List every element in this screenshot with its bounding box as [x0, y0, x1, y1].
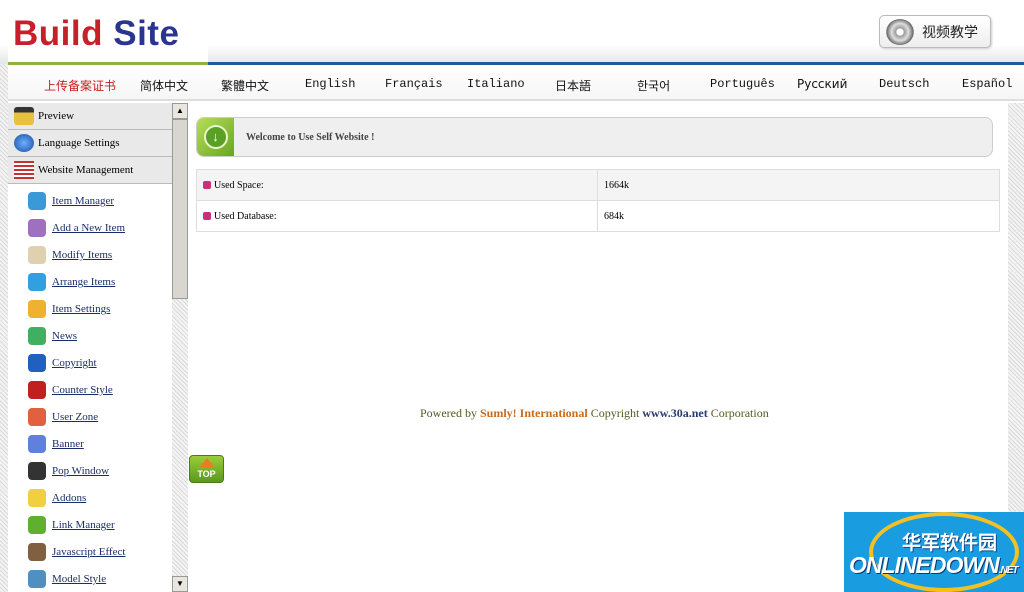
item-icon	[28, 219, 46, 237]
logo: Build Site	[8, 0, 208, 62]
company-link[interactable]: Sumly! International	[480, 406, 588, 420]
sidebar-section-website-management[interactable]: Website Management	[8, 157, 172, 184]
sidebar-item-link[interactable]: Addons	[52, 492, 86, 504]
sidebar-item-link[interactable]: Item Settings	[52, 303, 110, 315]
sidebar-section-language-settings[interactable]: Language Settings	[8, 130, 172, 157]
language-link[interactable]: Deutsch	[879, 77, 929, 91]
sidebar-item-link[interactable]: Counter Style	[52, 384, 113, 396]
sidebar-item[interactable]: Copyright	[28, 354, 97, 372]
sidebar-item[interactable]: Item Manager	[28, 192, 114, 210]
video-tutorial-button[interactable]: 视频教学	[879, 15, 991, 48]
language-link[interactable]: Français	[385, 77, 443, 91]
sidebar-item-link[interactable]: Add a New Item	[52, 222, 125, 234]
item-icon	[28, 516, 46, 534]
sidebar-item[interactable]: Javascript Effect	[28, 543, 125, 561]
sidebar-item[interactable]: Link Manager	[28, 516, 115, 534]
item-icon	[28, 246, 46, 264]
item-icon	[28, 273, 46, 291]
item-icon	[28, 570, 46, 588]
sidebar-item[interactable]: Add a New Item	[28, 219, 125, 237]
usage-table: Used Space: 1664k Used Database: 684k	[196, 169, 1000, 232]
language-link[interactable]: Italiano	[467, 77, 525, 91]
item-icon	[28, 435, 46, 453]
item-icon	[28, 408, 46, 426]
item-icon	[28, 462, 46, 480]
site-link[interactable]: www.30a.net	[642, 406, 707, 420]
language-link[interactable]: 日本語	[555, 77, 591, 94]
globe-icon	[14, 134, 34, 152]
sidebar-scrollbar[interactable]: ▲ ▼	[172, 103, 188, 592]
item-icon	[28, 192, 46, 210]
sidebar-section-preview[interactable]: Preview	[8, 103, 172, 130]
sidebar-item[interactable]: Model Style	[28, 570, 106, 588]
sidebar-item-link[interactable]: News	[52, 330, 77, 342]
sidebar-item-link[interactable]: Link Manager	[52, 519, 115, 531]
item-icon	[28, 489, 46, 507]
language-link[interactable]: 上传备案证书	[44, 77, 116, 94]
item-icon	[28, 381, 46, 399]
sidebar-item[interactable]: User Zone	[28, 408, 98, 426]
item-icon	[28, 543, 46, 561]
back-to-top-button[interactable]: TOP	[189, 455, 224, 483]
sidebar-item[interactable]: Modify Items	[28, 246, 112, 264]
scrollbar-thumb[interactable]	[172, 119, 188, 299]
download-arrow-icon: ↓	[197, 118, 234, 156]
language-link[interactable]: 繁體中文	[221, 77, 269, 94]
sidebar-item-link[interactable]: Item Manager	[52, 195, 114, 207]
sidebar-item-link[interactable]: Javascript Effect	[52, 546, 125, 558]
flag-icon	[14, 161, 34, 179]
sidebar-item[interactable]: Addons	[28, 489, 86, 507]
welcome-banner: ↓ Welcome to Use Self Website !	[196, 117, 993, 157]
sidebar-item-link[interactable]: Copyright	[52, 357, 97, 369]
sidebar-item[interactable]: Arrange Items	[28, 273, 115, 291]
item-icon	[28, 327, 46, 345]
language-link[interactable]: Português	[710, 77, 775, 91]
bullet-icon	[203, 211, 211, 220]
table-row: Used Space: 1664k	[196, 169, 1000, 201]
sidebar-item[interactable]: Item Settings	[28, 300, 110, 318]
footer: Powered by Sumly! International Copyrigh…	[420, 406, 769, 420]
sidebar-item-link[interactable]: Model Style	[52, 573, 106, 585]
bullet-icon	[203, 180, 211, 189]
sidebar: Preview Language Settings Website Manage…	[8, 103, 172, 592]
sidebar-item-link[interactable]: Modify Items	[52, 249, 112, 261]
language-link[interactable]: 한국어	[637, 77, 670, 94]
language-bar: 上传备案证书 简体中文 繁體中文 English Français Italiano 日本語…	[8, 65, 1024, 101]
language-link[interactable]: 简体中文	[140, 77, 188, 94]
scroll-down-button[interactable]: ▼	[172, 576, 188, 592]
table-row: Used Database: 684k	[196, 200, 1000, 232]
sidebar-item-link[interactable]: User Zone	[52, 411, 98, 423]
sidebar-item[interactable]: News	[28, 327, 77, 345]
sidebar-item[interactable]: Banner	[28, 435, 84, 453]
left-border	[0, 0, 8, 592]
sidebar-item[interactable]: Counter Style	[28, 381, 113, 399]
onlinedown-watermark: 华军软件园 ONLINEDOWN.NET	[844, 512, 1024, 592]
sidebar-item-link[interactable]: Arrange Items	[52, 276, 115, 288]
sidebar-item[interactable]: Pop Window	[28, 462, 109, 480]
scroll-up-button[interactable]: ▲	[172, 103, 188, 119]
header: Build Site 视频教学	[0, 0, 1024, 64]
clapperboard-icon	[14, 107, 34, 125]
film-reel-icon	[886, 18, 914, 45]
language-link[interactable]: Español	[962, 77, 1012, 91]
language-link[interactable]: Русский	[797, 77, 847, 91]
language-link[interactable]: English	[305, 77, 355, 91]
sidebar-item-link[interactable]: Banner	[52, 438, 84, 450]
sidebar-item-link[interactable]: Pop Window	[52, 465, 109, 477]
item-icon	[28, 300, 46, 318]
item-icon	[28, 354, 46, 372]
main-scrollbar[interactable]	[1008, 103, 1024, 513]
